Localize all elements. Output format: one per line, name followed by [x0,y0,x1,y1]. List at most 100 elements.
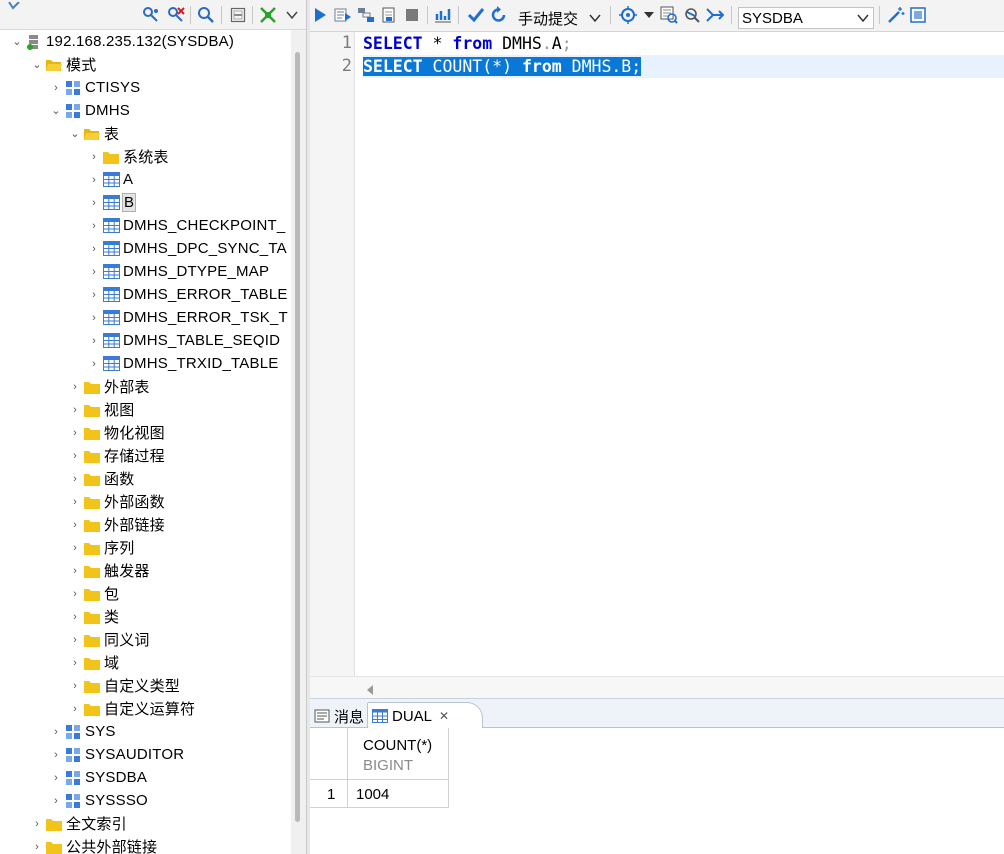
disconnect-icon[interactable] [166,6,186,24]
collapse-all-icon[interactable] [228,6,248,24]
tree-node-table[interactable]: › DMHS_DPC_SYNC_TA [86,237,287,260]
tree-node-schema-sysauditor[interactable]: › SYSAUDITOR [48,743,184,766]
tree-node-table[interactable]: › DMHS_ERROR_TABLE [86,283,288,306]
transfer-icon[interactable] [705,6,725,24]
save-script-icon[interactable] [379,6,399,24]
query-builder-icon[interactable] [659,6,679,24]
tree-node-folder[interactable]: › 自定义类型 [67,674,180,697]
chevron-right-icon[interactable]: › [67,490,83,513]
tree-node-folder[interactable]: › 触发器 [67,559,150,582]
sql-editor[interactable]: 1 2 SELECT * from DMHS.A; SELECT COUNT(*… [310,32,1004,676]
tree-node-table[interactable]: › DMHS_DTYPE_MAP [86,260,269,283]
tree-node-folder[interactable]: › 外部表 [67,375,150,398]
chevron-right-icon[interactable]: › [67,444,83,467]
tree-node-tables-folder[interactable]: ⌄ 表 [67,122,119,145]
chevron-down-icon[interactable]: ⌄ [48,99,64,122]
editor-horizontal-scrollbar[interactable] [310,676,1004,698]
tree-node-folder[interactable]: › 视图 [67,398,134,421]
chevron-right-icon[interactable]: › [67,536,83,559]
chevron-right-icon[interactable]: › [48,743,64,766]
tree-node-schemas[interactable]: ⌄ 模式 [29,53,96,76]
tree-node-folder[interactable]: › 包 [67,582,119,605]
dropdown-icon[interactable] [639,6,659,24]
chevron-right-icon[interactable]: › [48,720,64,743]
chevron-right-icon[interactable]: › [86,283,102,306]
tree-node-table[interactable]: › B [86,191,137,214]
expand-all-icon[interactable] [258,6,278,24]
tree-node-schema-sysdba[interactable]: › SYSDBA [48,766,147,789]
tree-node-table[interactable]: › DMHS_TABLE_SEQID [86,329,280,352]
tree-node-schema-dmhs[interactable]: ⌄ DMHS [48,99,130,122]
chevron-right-icon[interactable]: › [86,237,102,260]
chevron-right-icon[interactable]: › [67,513,83,536]
format-sql-icon[interactable] [682,6,702,24]
chevron-right-icon[interactable]: › [67,674,83,697]
tree-node-schema-syssso[interactable]: › SYSSSO [48,789,148,812]
code-line-2[interactable]: SELECT COUNT(*) from DMHS.B; [363,55,642,78]
tree-node-folder[interactable]: › 存储过程 [67,444,165,467]
tree-node-folder[interactable]: › 函数 [67,467,134,490]
chevron-right-icon[interactable]: › [86,352,102,375]
tree-node-system-tables[interactable]: › 系统表 [86,145,169,168]
chevron-right-icon[interactable]: › [29,812,45,835]
result-cell[interactable]: 1004 [356,786,389,803]
tree-node-folder[interactable]: › 外部链接 [67,513,165,536]
chevron-right-icon[interactable]: › [67,467,83,490]
search-icon[interactable] [196,6,216,24]
chevron-right-icon[interactable]: › [86,168,102,191]
column-header-name[interactable]: COUNT(*) [363,737,432,754]
chevron-right-icon[interactable]: › [67,605,83,628]
tab-messages[interactable]: 消息 [310,703,368,729]
tree-node-folder[interactable]: › 类 [67,605,119,628]
chevron-right-icon[interactable]: › [29,835,45,854]
explain-plan-icon[interactable] [356,6,376,24]
tree-node-folder[interactable]: › 域 [67,651,119,674]
chevron-right-icon[interactable]: › [86,260,102,283]
target-icon[interactable] [618,6,638,24]
tree-node-table[interactable]: › DMHS_ERROR_TSK_T [86,306,288,329]
chevron-down-icon[interactable]: ⌄ [67,122,83,145]
chevron-down-icon[interactable]: ⌄ [9,30,25,53]
chevron-down-icon[interactable] [856,10,870,26]
execute-icon[interactable] [310,6,330,24]
chevron-right-icon[interactable]: › [86,329,102,352]
chevron-right-icon[interactable]: › [67,421,83,444]
chevron-right-icon[interactable]: › [67,697,83,720]
tree-node-table[interactable]: › DMHS_CHECKPOINT_ [86,214,285,237]
chevron-right-icon[interactable]: › [67,398,83,421]
tree-node-public-links[interactable]: › 公共外部链接 [29,835,157,854]
execute-script-icon[interactable] [333,6,353,24]
tree-node-folder[interactable]: › 物化视图 [67,421,165,444]
stop-icon[interactable] [402,6,422,24]
chevron-down-icon[interactable] [588,10,602,26]
tree-node-folder[interactable]: › 序列 [67,536,134,559]
tree-node-folder[interactable]: › 自定义运算符 [67,697,195,720]
close-icon[interactable]: ✕ [439,709,449,723]
tree-node-schema-sys[interactable]: › SYS [48,720,116,743]
view-menu-icon[interactable] [282,6,302,24]
chevron-right-icon[interactable]: › [67,582,83,605]
tree-node-folder[interactable]: › 外部函数 [67,490,165,513]
magic-wand-icon[interactable] [886,6,906,24]
chevron-right-icon[interactable]: › [48,789,64,812]
tree-node-fulltext-index[interactable]: › 全文索引 [29,812,127,835]
commit-icon[interactable] [466,6,486,24]
chevron-right-icon[interactable]: › [86,145,102,168]
chevron-right-icon[interactable]: › [67,559,83,582]
code-line-1[interactable]: SELECT * from DMHS.A; [363,32,1004,55]
chevron-right-icon[interactable]: › [86,191,102,214]
chevron-right-icon[interactable]: › [67,651,83,674]
connect-icon[interactable] [141,6,161,24]
scroll-left-arrow-icon[interactable] [366,682,374,698]
chevron-right-icon[interactable]: › [48,76,64,99]
chevron-right-icon[interactable]: › [86,214,102,237]
rollback-icon[interactable] [489,6,509,24]
tree-node-schema-ctisys[interactable]: › CTISYS [48,76,140,99]
tree-node-folder[interactable]: › 同义词 [67,628,150,651]
tab-result-dual[interactable]: DUAL ✕ [367,702,483,729]
commit-mode-select[interactable]: 手动提交 [514,7,606,29]
chevron-right-icon[interactable]: › [86,306,102,329]
schema-select[interactable]: SYSDBA [738,7,874,29]
tree-node-table[interactable]: › A [86,168,133,191]
chevron-right-icon[interactable]: › [67,628,83,651]
